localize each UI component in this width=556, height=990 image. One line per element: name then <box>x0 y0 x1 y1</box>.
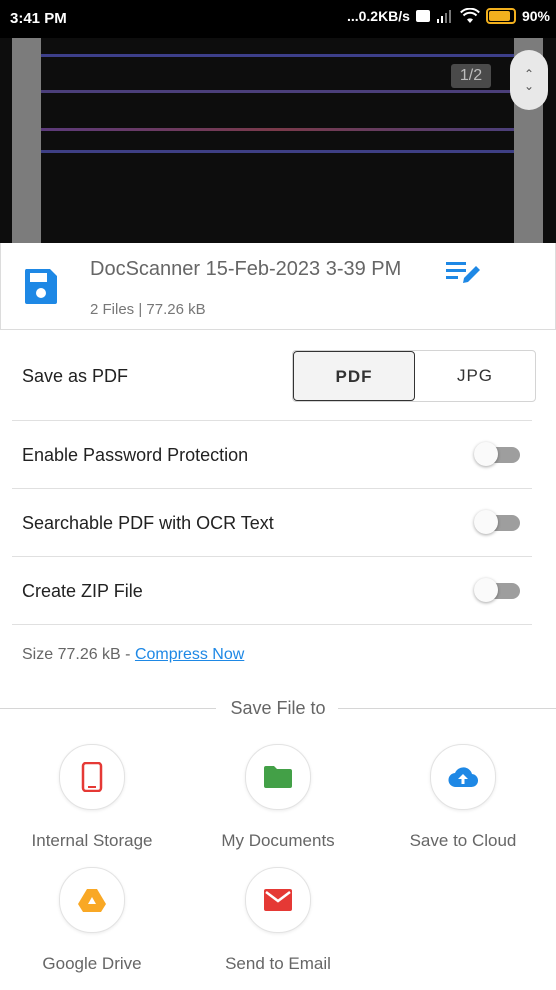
compress-now-link[interactable]: Compress Now <box>135 646 244 663</box>
battery-icon <box>485 8 516 24</box>
size-text: Size 77.26 kB - <box>22 646 135 663</box>
document-preview[interactable]: 1/2 ⌃ ⌄ <box>0 38 556 243</box>
zip-label: Create ZIP File <box>22 581 143 601</box>
chevron-down-icon: ⌄ <box>523 79 535 93</box>
signal-icon <box>436 10 451 23</box>
password-protection-label: Enable Password Protection <box>22 445 249 465</box>
ocr-toggle[interactable] <box>474 510 520 534</box>
dest-my-documents[interactable]: My Documents <box>188 744 368 851</box>
dest-label: Internal Storage <box>31 831 153 850</box>
page-scroll-handle[interactable]: ⌃ ⌄ <box>510 50 548 110</box>
save-as-label: Save as PDF <box>22 366 129 386</box>
dest-save-to-cloud[interactable]: Save to Cloud <box>373 744 553 851</box>
password-protection-toggle[interactable] <box>474 442 520 466</box>
network-speed: ...0.2KB/s <box>346 8 410 24</box>
scan-line <box>41 128 514 131</box>
edit-name-icon[interactable] <box>446 259 482 285</box>
folder-icon <box>264 766 292 788</box>
email-icon <box>264 889 292 911</box>
dest-internal-storage[interactable]: Internal Storage <box>2 744 182 851</box>
file-title: DocScanner 15-Feb-2023 3-39 PM <box>90 258 402 280</box>
zip-row[interactable]: Create ZIP File <box>12 557 532 625</box>
cloud-upload-icon <box>448 767 478 788</box>
size-info: Size 77.26 kB - Compress Now <box>22 646 244 664</box>
format-selector: PDF JPG <box>292 350 536 402</box>
status-icons: ...0.2KB/s 90% <box>347 8 550 24</box>
volte-icon <box>415 10 430 22</box>
dest-send-to-email[interactable]: Send to Email <box>188 867 368 974</box>
zip-toggle[interactable] <box>474 578 520 602</box>
phone-icon <box>81 762 103 792</box>
file-info-card: DocScanner 15-Feb-2023 3-39 PM 2 Files |… <box>0 243 556 330</box>
page-counter: 1/2 <box>451 64 491 88</box>
scan-line <box>41 90 514 93</box>
status-bar: 3:41 PM ...0.2KB/s 90% <box>0 0 556 38</box>
ocr-row[interactable]: Searchable PDF with OCR Text <box>12 489 532 557</box>
password-protection-row[interactable]: Enable Password Protection <box>12 421 532 489</box>
save-disk-icon <box>24 269 58 304</box>
wifi-icon <box>460 8 480 23</box>
google-drive-icon <box>78 889 106 912</box>
save-file-to-heading: Save File to <box>0 698 556 719</box>
dest-label: My Documents <box>221 831 335 850</box>
dest-label: Google Drive <box>42 954 142 973</box>
status-time: 3:41 PM <box>10 10 67 27</box>
format-pdf-button[interactable]: PDF <box>293 351 415 401</box>
format-jpg-button[interactable]: JPG <box>415 351 535 401</box>
scan-line <box>41 150 514 153</box>
page-edge-left <box>12 38 41 243</box>
file-meta: 2 Files | 77.26 kB <box>90 301 206 318</box>
scan-line <box>41 54 514 57</box>
ocr-label: Searchable PDF with OCR Text <box>22 513 274 533</box>
battery-percent: 90% <box>521 8 550 24</box>
dest-label: Save to Cloud <box>409 831 517 850</box>
dest-google-drive[interactable]: Google Drive <box>2 867 182 974</box>
dest-label: Send to Email <box>225 954 331 973</box>
